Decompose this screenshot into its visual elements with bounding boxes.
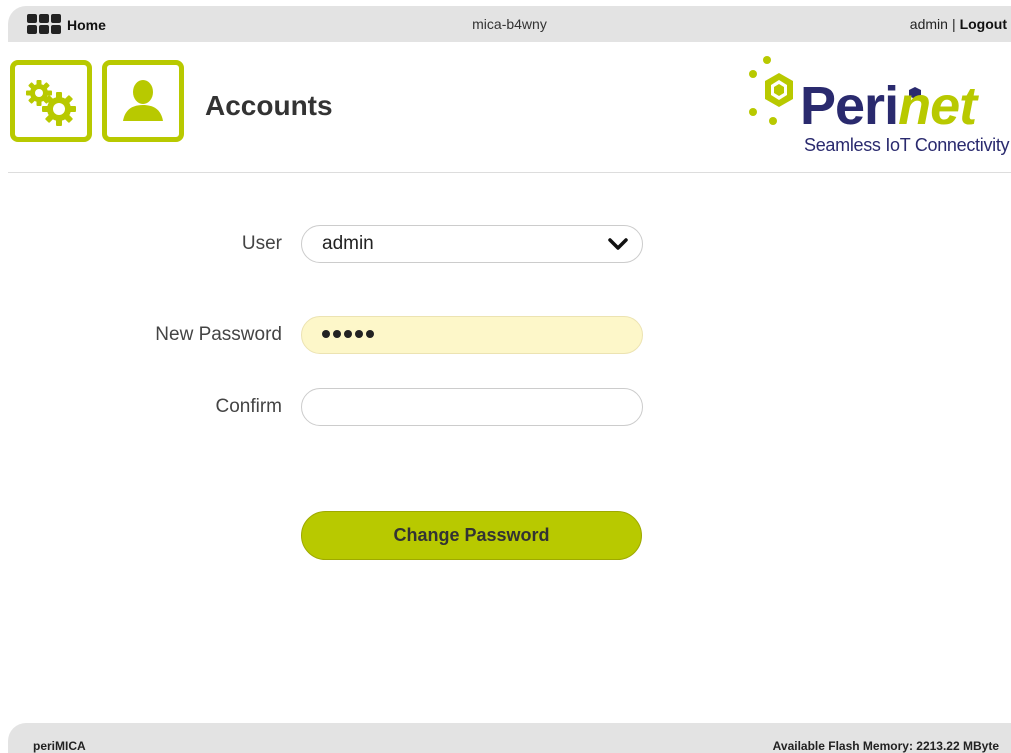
home-link[interactable]: Home xyxy=(27,14,106,36)
accounts-tile[interactable] xyxy=(102,60,184,142)
apps-grid-icon xyxy=(27,14,61,36)
chevron-down-icon xyxy=(608,238,628,250)
user-area: admin | Logout xyxy=(910,16,1007,32)
top-bar: Home mica-b4wny admin | Logout xyxy=(8,6,1011,42)
logout-link[interactable]: Logout xyxy=(960,16,1007,32)
footer: periMICA Available Flash Memory: 2213.22… xyxy=(8,723,1011,753)
perinet-logo: Perinet Seamless IoT Connectivity xyxy=(745,55,1011,160)
logo-tagline: Seamless IoT Connectivity xyxy=(804,135,1010,155)
logo-wordmark: Perinet xyxy=(800,76,977,136)
flash-memory-status: Available Flash Memory: 2213.22 MByte xyxy=(772,739,999,753)
device-hostname: mica-b4wny xyxy=(472,16,547,32)
user-separator: | xyxy=(951,16,956,32)
new-password-field[interactable] xyxy=(301,316,643,354)
user-label: User xyxy=(241,233,282,254)
product-name: periMICA xyxy=(33,739,86,753)
user-icon xyxy=(123,80,163,121)
password-mask xyxy=(322,330,374,338)
change-password-button[interactable]: Change Password xyxy=(301,511,642,560)
home-label: Home xyxy=(67,17,106,33)
user-select-value: admin xyxy=(322,233,374,254)
gears-icon xyxy=(26,80,76,126)
new-password-label: New Password xyxy=(155,324,282,345)
settings-tile[interactable] xyxy=(10,60,92,142)
current-user: admin xyxy=(909,16,948,32)
confirm-password-field[interactable] xyxy=(301,388,643,426)
header-divider xyxy=(8,172,1011,173)
page-title: Accounts xyxy=(205,90,333,121)
user-select[interactable]: admin xyxy=(301,225,643,263)
confirm-label: Confirm xyxy=(215,396,282,417)
